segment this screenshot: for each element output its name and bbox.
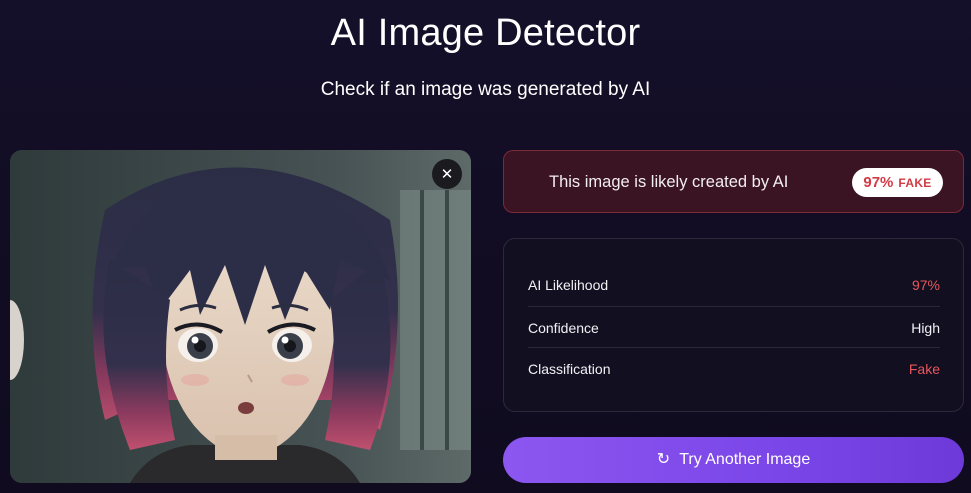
- verdict-text: This image is likely created by AI: [549, 173, 789, 191]
- stat-value: High: [911, 319, 940, 336]
- stat-row-ai-likelihood: AI Likelihood 97%: [528, 264, 940, 306]
- page-title: AI Image Detector: [330, 12, 641, 54]
- stat-row-classification: Classification Fake: [528, 347, 940, 389]
- try-another-image-button[interactable]: ↻ Try Another Image: [503, 437, 964, 483]
- remove-image-button[interactable]: ✕: [432, 159, 462, 189]
- refresh-icon: ↻: [656, 451, 671, 468]
- stats-card: AI Likelihood 97% Confidence High Classi…: [503, 238, 964, 412]
- stat-row-confidence: Confidence High: [528, 306, 940, 348]
- stat-label: Confidence: [528, 319, 599, 336]
- verdict-percent: 97%: [863, 174, 894, 191]
- stat-label: Classification: [528, 360, 611, 377]
- verdict-label: FAKE: [898, 175, 932, 190]
- page-subtitle: Check if an image was generated by AI: [320, 79, 651, 100]
- close-icon: ✕: [440, 166, 454, 183]
- stat-value: 97%: [911, 277, 940, 293]
- try-another-image-label: Try Another Image: [679, 451, 811, 468]
- verdict-banner: This image is likely created by AI 97% F…: [503, 150, 964, 213]
- uploaded-image: [10, 150, 471, 483]
- stat-value: Fake: [908, 360, 940, 377]
- verdict-badge: 97% FAKE: [852, 168, 943, 197]
- stat-label: AI Likelihood: [528, 277, 609, 293]
